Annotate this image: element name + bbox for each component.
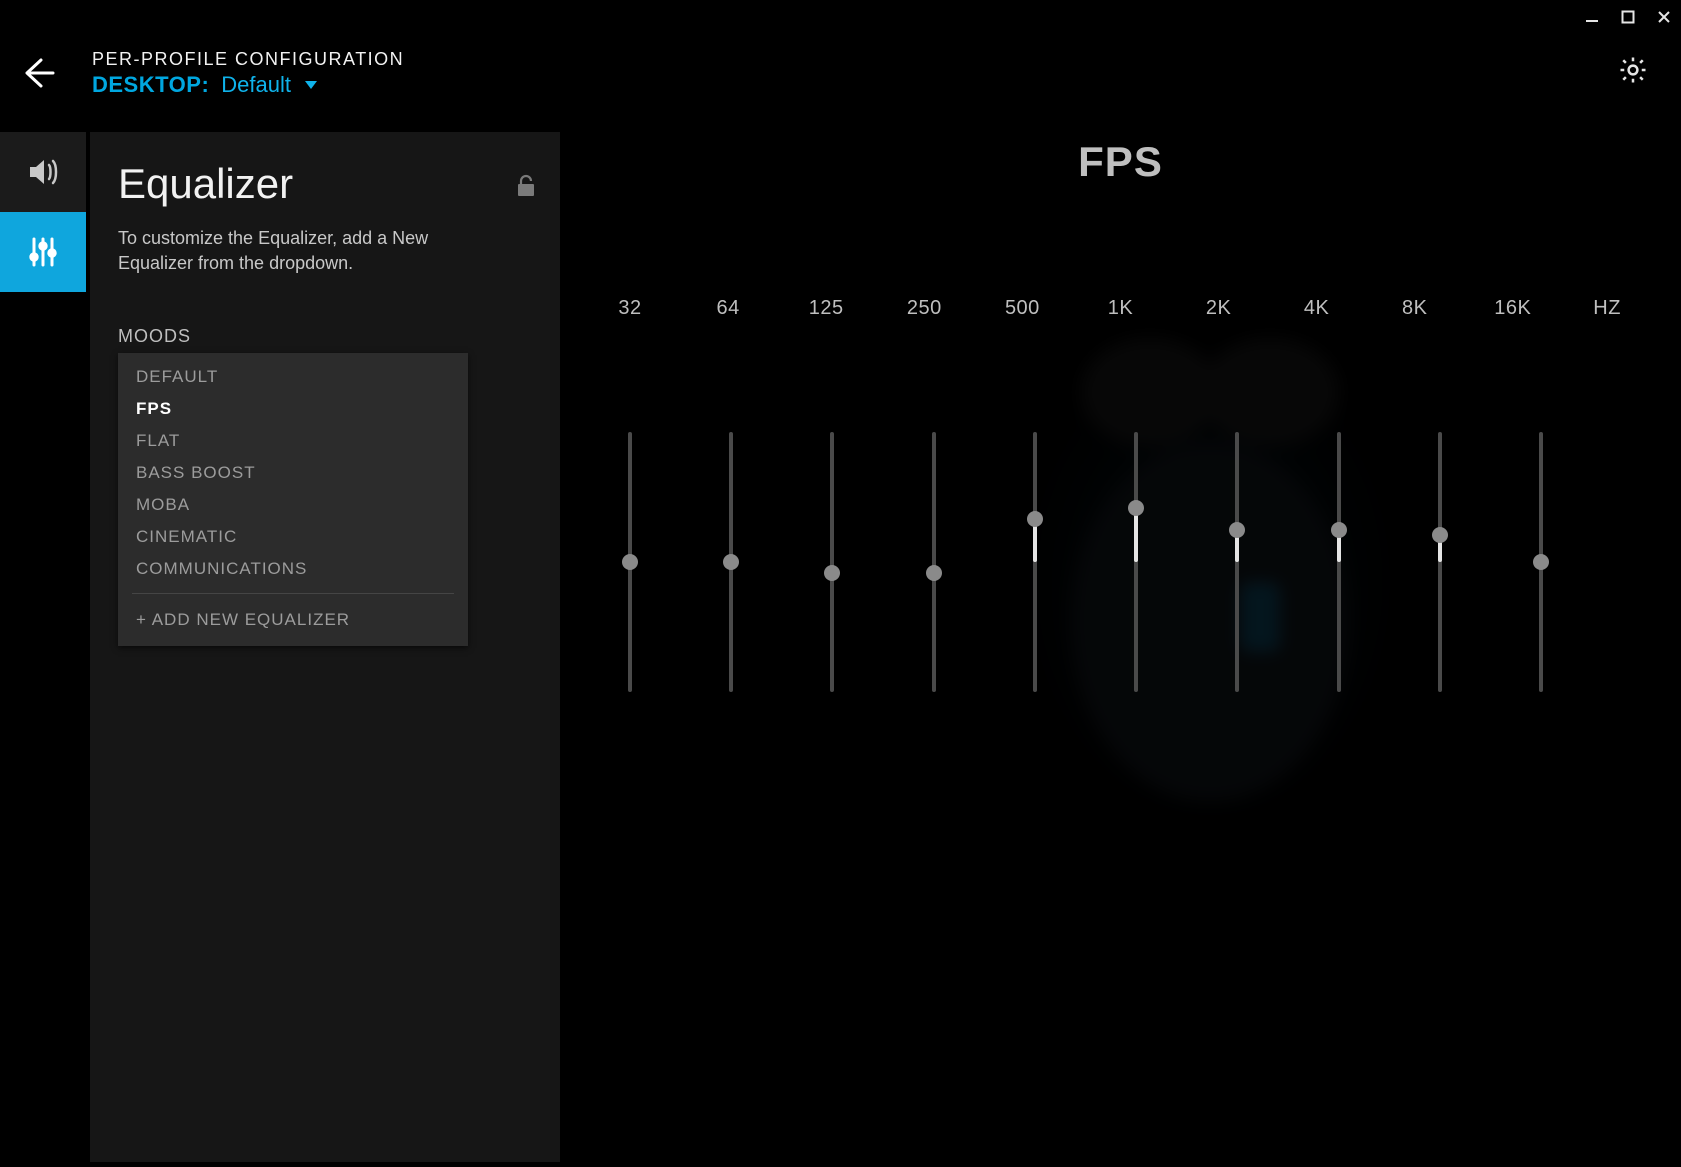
eq-slider[interactable] (701, 432, 761, 692)
slider-thumb[interactable] (1331, 522, 1347, 538)
freq-label: 2K (1189, 297, 1249, 320)
mood-option[interactable]: FLAT (118, 425, 468, 457)
freq-label: 1K (1090, 297, 1150, 320)
window-close-button[interactable] (1655, 8, 1673, 26)
window-minimize-button[interactable] (1583, 8, 1601, 26)
freq-label: 250 (894, 297, 954, 320)
eq-slider[interactable] (1511, 432, 1571, 692)
slider-thumb[interactable] (824, 565, 840, 581)
profile-label: DESKTOP: (92, 72, 209, 98)
mood-option[interactable]: BASS BOOST (118, 457, 468, 489)
slider-thumb[interactable] (926, 565, 942, 581)
back-button[interactable] (14, 49, 62, 97)
slider-thumb[interactable] (1229, 522, 1245, 538)
sidebar-description: To customize the Equalizer, add a New Eq… (118, 226, 498, 276)
sidebar-title: Equalizer (118, 160, 293, 208)
slider-thumb[interactable] (1432, 527, 1448, 543)
eq-slider[interactable] (802, 432, 862, 692)
freq-label: 4K (1287, 297, 1347, 320)
add-new-equalizer-button[interactable]: + ADD NEW EQUALIZER (118, 602, 468, 638)
freq-unit: HZ (1581, 297, 1621, 320)
freq-label: 8K (1385, 297, 1445, 320)
mood-option[interactable]: CINEMATIC (118, 521, 468, 553)
mood-option[interactable]: DEFAULT (118, 361, 468, 393)
freq-label: 500 (992, 297, 1052, 320)
slider-thumb[interactable] (1128, 500, 1144, 516)
mood-option[interactable]: MOBA (118, 489, 468, 521)
freq-label: 64 (698, 297, 758, 320)
dropdown-separator (132, 593, 454, 594)
eq-slider[interactable] (1106, 432, 1166, 692)
eq-slider[interactable] (1309, 432, 1369, 692)
eq-slider[interactable] (904, 432, 964, 692)
mood-option[interactable]: COMMUNICATIONS (118, 553, 468, 585)
eq-slider[interactable] (1410, 432, 1470, 692)
tab-acoustics[interactable] (0, 132, 86, 212)
preset-name: FPS (560, 138, 1681, 186)
page-title: PER-PROFILE CONFIGURATION (92, 49, 404, 70)
eq-slider[interactable] (600, 432, 660, 692)
profile-selector[interactable]: DESKTOP: Default (92, 72, 404, 98)
settings-button[interactable] (1613, 50, 1653, 90)
window-maximize-button[interactable] (1619, 8, 1637, 26)
freq-label: 125 (796, 297, 856, 320)
tab-equalizer[interactable] (0, 212, 86, 292)
eq-slider[interactable] (1005, 432, 1065, 692)
slider-thumb[interactable] (723, 554, 739, 570)
eq-slider[interactable] (1207, 432, 1267, 692)
moods-label: MOODS (118, 326, 536, 347)
moods-dropdown: DEFAULTFPSFLATBASS BOOSTMOBACINEMATICCOM… (118, 353, 468, 646)
chevron-down-icon[interactable] (303, 77, 319, 93)
lock-icon (516, 174, 536, 198)
slider-thumb[interactable] (622, 554, 638, 570)
slider-thumb[interactable] (1027, 511, 1043, 527)
mood-option[interactable]: FPS (118, 393, 468, 425)
freq-label: 32 (600, 297, 660, 320)
freq-label: 16K (1483, 297, 1543, 320)
slider-thumb[interactable] (1533, 554, 1549, 570)
profile-name: Default (221, 72, 291, 98)
